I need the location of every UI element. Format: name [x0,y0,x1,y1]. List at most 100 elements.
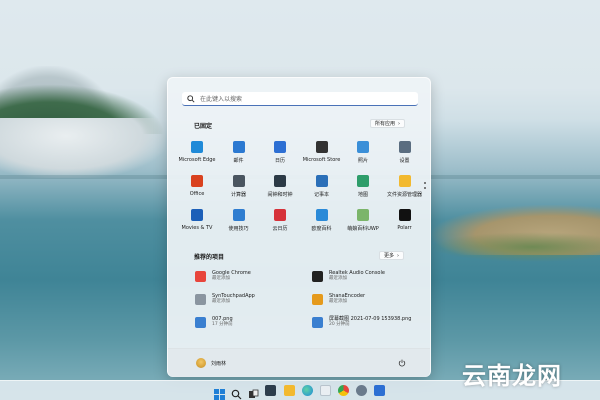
pinned-title: 已固定 [194,123,213,130]
pinned-app[interactable]: 地图 [342,172,384,202]
pinned-app[interactable]: 邮件 [218,138,260,168]
pinned-app-label: Office [189,191,205,197]
pinned-app[interactable]: 使用技巧 [218,206,260,236]
pinned-app[interactable]: 闹钟和时钟 [259,172,301,202]
search-box[interactable]: 在此键入以搜索 [182,92,418,106]
recommended-item-subtitle: 最近添加 [212,299,230,304]
movies-icon [191,209,203,221]
task-view-button[interactable] [248,385,259,398]
recommended-item-subtitle: 最近添加 [329,299,347,304]
chevron-right-icon: › [397,252,400,259]
pinned-app[interactable]: 照片 [342,138,384,168]
maps-icon [357,175,369,187]
chevron-right-icon: › [398,120,401,127]
pinned-app[interactable]: 计算器 [218,172,260,202]
pinned-app[interactable]: Polarr [384,206,426,236]
pinned-app-label: 欧度百科 [311,226,332,232]
image-file-icon [195,316,206,328]
pinned-app[interactable]: 设置 [384,138,426,168]
pinned-app-label: 邮件 [233,158,244,164]
pinned-app[interactable]: 萌娘百科UWP [342,206,384,236]
search-icon [187,94,195,103]
all-apps-label: 所有应用 [375,121,396,127]
polarr-icon [398,209,411,221]
pinned-app-label: Microsoft Edge [178,157,216,163]
page-indicator[interactable] [424,182,426,192]
chrome-icon[interactable] [338,385,349,396]
recommended-title: 推荐的项目 [194,254,225,261]
recommended-item[interactable]: 007.png 17 分钟前 [195,316,233,328]
pinned-app-label: 照片 [357,158,368,164]
pinned-app-label: 文件资源管理器 [386,192,422,198]
moegirl-icon [357,209,369,221]
pinned-app[interactable]: 云日历 [259,206,301,236]
pinned-app[interactable]: 日历 [259,138,301,168]
wallpaper-snowbank [0,118,165,178]
pinned-app[interactable]: Microsoft Edge [176,138,218,168]
search-icon [231,389,242,400]
windows-logo-icon [214,389,225,400]
user-account-button[interactable]: 刘雨林 [196,358,226,368]
recommended-item-subtitle: 最近添加 [329,276,347,281]
search-placeholder: 在此键入以搜索 [200,96,243,103]
more-label: 更多 [384,253,395,259]
notepad-icon [315,175,328,187]
pinned-app[interactable]: 欧度百科 [301,206,343,236]
power-icon[interactable] [398,359,406,367]
task-view-icon [249,389,259,398]
office-icon [191,175,203,187]
pinned-app[interactable]: 文件资源管理器 [384,172,426,202]
realtek-icon [312,270,323,282]
calculator-icon [232,175,245,187]
photos-icon [357,141,369,153]
taskbar-search-button[interactable] [231,385,242,400]
start-button[interactable] [214,385,225,400]
cloud-calendar-icon [274,209,286,221]
recommended-item[interactable]: ShanaEncoder 最近添加 [312,293,365,305]
pinned-app-label: 萌娘百科UWP [347,226,379,232]
mail-icon [232,141,245,153]
pinned-app-label: 记事本 [313,192,329,198]
chrome-icon [195,270,206,282]
recommended-item[interactable]: Google Chrome 最近添加 [195,270,251,282]
edge-icon[interactable] [302,385,313,396]
pinned-app-label: Polarr [397,225,412,231]
more-button[interactable]: 更多 › [379,251,405,260]
pinned-app-label: 设置 [399,158,410,164]
all-apps-button[interactable]: 所有应用 › [370,119,406,128]
pinned-app[interactable]: Movies & TV [176,206,218,236]
folder-icon[interactable] [284,385,295,396]
pinned-app-label: 使用技巧 [228,226,249,232]
pinned-app-label: 云日历 [272,226,288,232]
pinned-app-label: 日历 [274,158,285,164]
avatar [196,358,206,368]
clock-icon [274,175,286,187]
shana-icon [312,293,323,305]
pinned-app-label: 闹钟和时钟 [267,192,293,198]
touchpad-icon [195,293,206,305]
recommended-item[interactable]: Realtek Audio Console 最近添加 [312,270,385,282]
pinned-app-label: 计算器 [230,192,246,198]
wallpaper-grass [430,232,600,262]
edge-icon [191,141,203,153]
pinned-app-label: Movies & TV [181,225,213,231]
watermark-text: 云南龙网 [462,361,562,390]
user-name: 刘雨林 [211,360,227,367]
pinned-app[interactable]: Office [176,172,218,202]
pinned-app[interactable]: 记事本 [301,172,343,202]
start-footer: 刘雨林 [168,348,430,377]
image-file-icon [312,316,323,328]
tips-icon [232,209,245,221]
store-icon[interactable] [320,385,331,396]
recommended-item[interactable]: SynTouchpadApp 最近添加 [195,293,255,305]
pinned-app[interactable]: Microsoft Store [301,138,343,168]
widgets-icon[interactable] [265,385,276,396]
folder-icon [398,175,411,187]
pinned-app-label: 地图 [357,192,368,198]
photos-icon[interactable] [374,385,385,396]
encyclopedia-icon [315,209,328,221]
calendar-icon [274,141,286,153]
pinned-app-label: Microsoft Store [302,157,341,163]
settings-icon[interactable] [356,385,367,396]
recommended-item[interactable]: 屏幕截图 2021-07-09 153938.png 20 分钟前 [312,316,411,328]
